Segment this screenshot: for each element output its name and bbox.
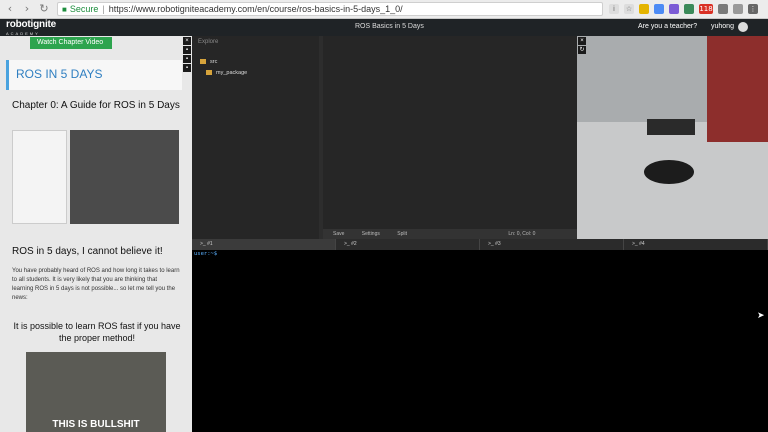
robot-base bbox=[644, 160, 694, 184]
secure-label: Secure bbox=[69, 4, 99, 14]
extension-icon[interactable] bbox=[669, 4, 679, 14]
robot-top bbox=[647, 119, 695, 135]
terminal-prompt: user:~$ bbox=[194, 251, 218, 257]
course-title: ROS Basics in 5 Days bbox=[355, 23, 424, 30]
toggle-icon[interactable]: ▪ bbox=[183, 46, 191, 54]
tab-terminal-3[interactable]: >_ #3 bbox=[480, 239, 624, 250]
tab-terminal-1[interactable]: >_ #1 bbox=[192, 239, 336, 250]
highlight-text: It is possible to learn ROS fast if you … bbox=[13, 321, 181, 343]
reload-icon[interactable]: ↻ bbox=[578, 46, 586, 54]
cursor-position: Ln: 0, Col: 0 bbox=[508, 231, 536, 237]
extension-icon[interactable] bbox=[639, 4, 649, 14]
simulation-controls: × ↻ bbox=[577, 36, 587, 66]
extension-icon[interactable] bbox=[733, 4, 743, 14]
folder-icon bbox=[206, 70, 212, 75]
address-bar[interactable]: ■ Secure | https://www.robotigniteacadem… bbox=[57, 2, 603, 16]
save-button[interactable]: Save bbox=[333, 231, 344, 237]
terminal[interactable]: user:~$ bbox=[192, 250, 768, 432]
tab-terminal-4[interactable]: >_ #4 bbox=[624, 239, 768, 250]
close-icon[interactable]: × bbox=[183, 37, 191, 45]
ide-panel: Explore src my_package Save Settings Spl… bbox=[192, 36, 577, 239]
brick-wall bbox=[707, 36, 768, 142]
tab-terminal-2[interactable]: >_ #2 bbox=[336, 239, 480, 250]
back-icon[interactable]: ‹ bbox=[3, 2, 17, 16]
chapter-header: ROS IN 5 DAYS bbox=[6, 60, 182, 90]
notebook-panel: Watch Chapter Video × ▪ ▪ ▪ ROS IN 5 DAY… bbox=[0, 36, 192, 432]
forward-icon[interactable]: › bbox=[20, 2, 34, 16]
folder-icon bbox=[200, 59, 206, 64]
mail-badge[interactable]: 118 bbox=[699, 4, 713, 14]
toggle-icon[interactable]: ▪ bbox=[183, 64, 191, 72]
user-name[interactable]: yuhong bbox=[711, 23, 734, 30]
meme-image: THIS IS BULLSHIT bbox=[26, 352, 166, 432]
extension-icon[interactable] bbox=[718, 4, 728, 14]
url-separator: | bbox=[102, 4, 105, 14]
editor-status-bar: Save Settings Split Ln: 0, Col: 0 bbox=[323, 229, 577, 239]
teacher-link[interactable]: Are you a teacher? bbox=[638, 23, 697, 30]
tree-item-src[interactable]: src bbox=[192, 56, 319, 67]
file-explorer: Explore src my_package bbox=[192, 36, 319, 239]
star-icon[interactable]: ☆ bbox=[624, 4, 634, 14]
menu-icon[interactable]: ⋮ bbox=[748, 4, 758, 14]
lock-icon: ■ bbox=[62, 4, 67, 14]
split-button[interactable]: Split bbox=[397, 231, 407, 237]
code-editor[interactable] bbox=[323, 36, 577, 229]
info-icon[interactable]: i bbox=[609, 4, 619, 14]
watch-chapter-video-button[interactable]: Watch Chapter Video bbox=[30, 37, 112, 49]
url-text: https://www.robotigniteacademy.com/en/co… bbox=[108, 4, 403, 14]
intro-paragraph: You have probably heard of ROS and how l… bbox=[12, 268, 180, 301]
panel-controls: × ▪ ▪ ▪ bbox=[182, 36, 192, 96]
extension-icon[interactable] bbox=[654, 4, 664, 14]
app-header: robotignite ACADEMY ROS Basics in 5 Days… bbox=[0, 19, 768, 36]
toggle-icon[interactable]: ▪ bbox=[183, 55, 191, 63]
extension-icon[interactable] bbox=[684, 4, 694, 14]
settings-button[interactable]: Settings bbox=[362, 231, 380, 237]
screenshot-image bbox=[12, 130, 67, 224]
avatar[interactable] bbox=[738, 22, 748, 32]
meme-caption: THIS IS BULLSHIT bbox=[52, 419, 140, 430]
section-heading: ROS in 5 days, I cannot believe it! bbox=[12, 246, 163, 257]
explorer-label: Explore bbox=[198, 39, 219, 45]
tree-item-my-package[interactable]: my_package bbox=[192, 67, 319, 78]
rviz-image bbox=[70, 130, 179, 224]
browser-toolbar: ‹ › ↻ ■ Secure | https://www.robotignite… bbox=[0, 0, 768, 19]
simulation-view[interactable]: × ↻ bbox=[577, 36, 768, 239]
mouse-cursor-icon: ➤ bbox=[757, 310, 765, 320]
close-icon[interactable]: × bbox=[578, 37, 586, 45]
chapter-title: Chapter 0: A Guide for ROS in 5 Days bbox=[12, 100, 180, 111]
reload-icon[interactable]: ↻ bbox=[37, 2, 51, 16]
terminal-tabs: >_ #1 >_ #2 >_ #3 >_ #4 bbox=[192, 239, 768, 250]
